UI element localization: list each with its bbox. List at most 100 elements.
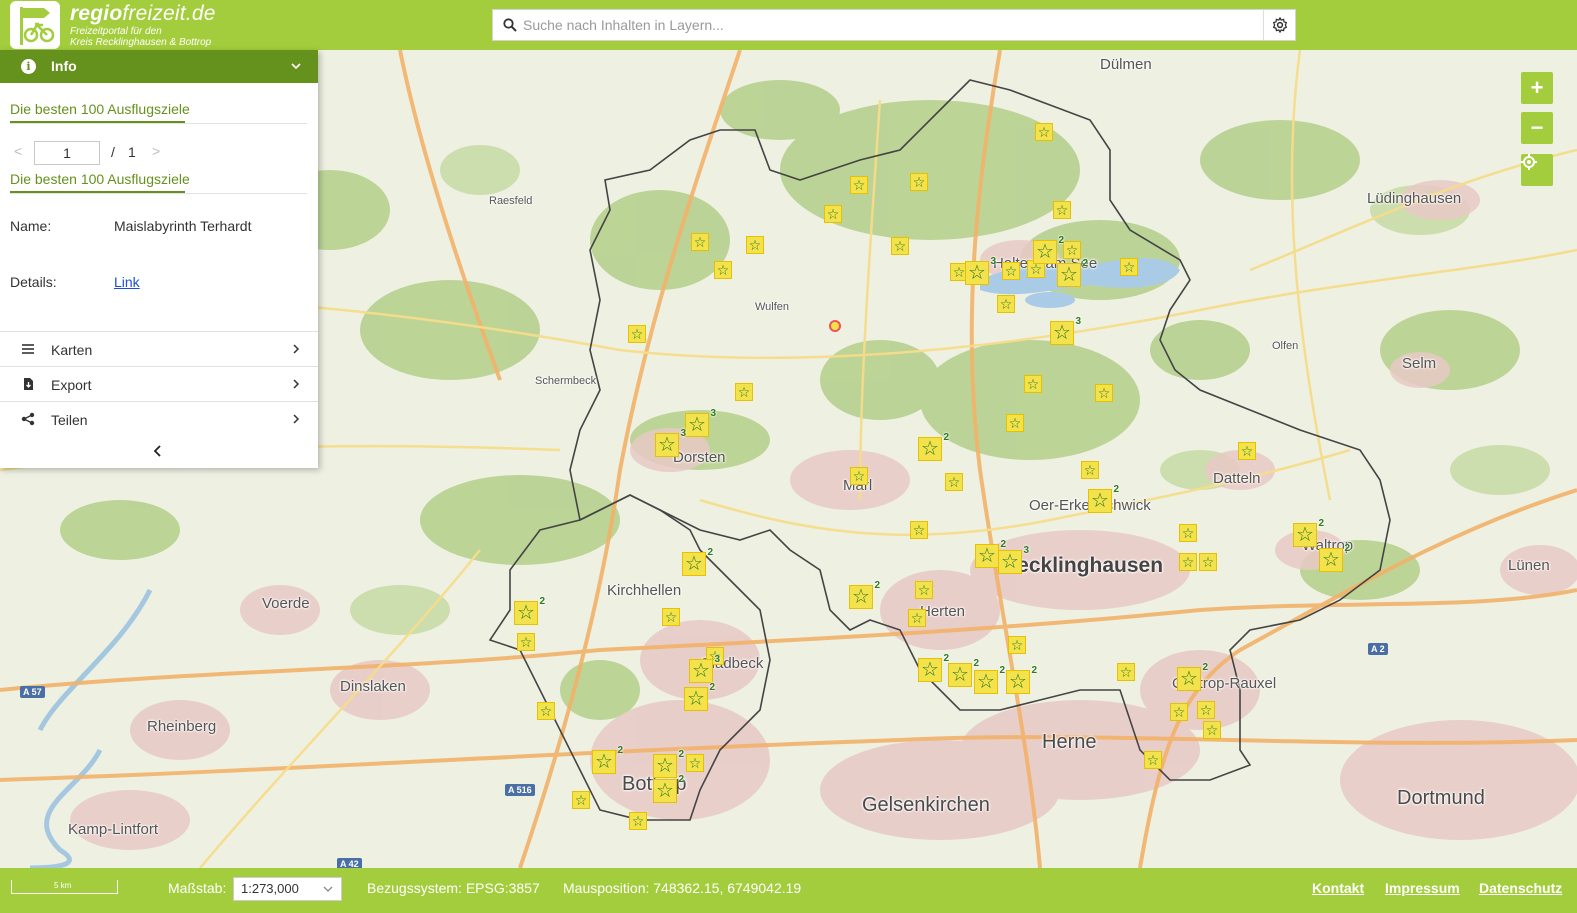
poi-star-marker[interactable]: ☆ (517, 633, 535, 651)
poi-star-marker[interactable]: ☆ (1238, 442, 1256, 460)
poi-cluster-marker[interactable]: ☆ 2 (918, 432, 949, 461)
place-label: Olfen (1272, 340, 1299, 352)
poi-star-marker[interactable]: ☆ (908, 609, 926, 627)
poi-star-marker[interactable]: ☆ (915, 581, 933, 599)
poi-star-marker[interactable]: ☆ (1179, 524, 1197, 542)
poi-cluster-marker[interactable]: ☆ 2 (684, 682, 715, 711)
pager-page-input[interactable] (34, 141, 100, 165)
poi-star-marker[interactable]: ☆ (1144, 751, 1162, 769)
poi-cluster-marker[interactable]: ☆ 2 (975, 539, 1006, 568)
poi-cluster-marker[interactable]: ☆ 2 (592, 745, 623, 774)
poi-star-marker[interactable]: ☆ (910, 521, 928, 539)
place-label: Rheinberg (147, 718, 217, 735)
collapse-panel-button[interactable] (150, 443, 166, 459)
cluster-count: 2 (999, 665, 1005, 676)
poi-star-marker[interactable]: ☆ (1063, 241, 1081, 259)
poi-cluster-marker[interactable]: ☆ 2 (1006, 665, 1037, 694)
menu-item-export[interactable]: Export (0, 366, 318, 401)
poi-star-marker[interactable]: ☆ (1095, 384, 1113, 402)
poi-star-marker[interactable]: ☆ (572, 791, 590, 809)
poi-star-marker[interactable]: ☆ (537, 702, 555, 720)
poi-star-marker[interactable]: ☆ (1081, 461, 1099, 479)
info-icon: i (21, 59, 36, 74)
poi-star-marker[interactable]: ☆ (1199, 553, 1217, 571)
search-bar (492, 9, 1296, 41)
poi-star-marker[interactable]: ☆ (714, 261, 732, 279)
poi-cluster-marker[interactable]: ☆ 2 (653, 749, 684, 778)
poi-star-marker[interactable]: ☆ (1117, 663, 1135, 681)
poi-cluster-marker[interactable]: ☆ 2 (653, 774, 684, 803)
locate-button[interactable] (1521, 154, 1553, 186)
details-link[interactable]: Link (114, 274, 140, 290)
search-settings-button[interactable] (1263, 10, 1295, 40)
poi-star-marker[interactable]: ☆ (1024, 375, 1042, 393)
poi-cluster-marker[interactable]: ☆ 3 (965, 256, 996, 285)
scale-bar: 5 km (11, 880, 118, 894)
layer-tab-label: Die besten 100 Ausflugsziele (10, 101, 190, 117)
poi-star-marker[interactable]: ☆ (1179, 553, 1197, 571)
place-label: Datteln (1213, 470, 1261, 487)
poi-cluster-marker[interactable]: ☆ 2 (1293, 518, 1324, 547)
selected-feature-marker[interactable] (829, 320, 841, 332)
logo[interactable] (10, 1, 60, 49)
poi-cluster-marker[interactable]: ☆ 2 (1177, 662, 1208, 691)
poi-cluster-marker[interactable]: ☆ 2 (918, 653, 949, 682)
poi-star-marker[interactable]: ☆ (997, 295, 1015, 313)
poi-cluster-marker[interactable]: ☆ 2 (948, 658, 979, 687)
poi-cluster-marker[interactable]: ☆ 2 (514, 596, 545, 625)
scale-select[interactable]: 1:273,000 (233, 877, 342, 901)
poi-star-marker[interactable]: ☆ (850, 467, 868, 485)
cluster-count: 2 (539, 596, 545, 607)
poi-star-marker[interactable]: ☆ (735, 383, 753, 401)
poi-cluster-marker[interactable]: ☆ 2 (1033, 235, 1064, 264)
impressum-link[interactable]: Impressum (1385, 880, 1460, 896)
poi-cluster-marker[interactable]: ☆ 2 (974, 665, 1005, 694)
poi-star-marker[interactable]: ☆ (746, 236, 764, 254)
poi-star-marker[interactable]: ☆ (1053, 201, 1071, 219)
info-panel-header[interactable]: i Info (0, 50, 318, 83)
poi-cluster-marker[interactable]: ☆ 2 (849, 580, 880, 609)
poi-cluster-marker[interactable]: ☆ 3 (998, 545, 1029, 574)
brand: regiofreizeit.de Freizeitportal für den … (70, 2, 216, 48)
poi-star-marker[interactable]: ☆ (1197, 701, 1215, 719)
poi-cluster-marker[interactable]: ☆ 2 (1088, 484, 1119, 513)
pager-prev-button[interactable]: < (14, 143, 22, 159)
poi-cluster-marker[interactable]: ☆ 3 (685, 408, 716, 437)
poi-star-marker[interactable]: ☆ (691, 233, 709, 251)
zoom-out-button[interactable]: − (1521, 112, 1553, 144)
poi-cluster-marker[interactable]: ☆ 3 (1050, 316, 1081, 345)
poi-star-marker[interactable]: ☆ (850, 176, 868, 194)
poi-star-marker[interactable]: ☆ (662, 608, 680, 626)
datenschutz-link[interactable]: Datenschutz (1479, 880, 1562, 896)
poi-star-marker[interactable]: ☆ (824, 205, 842, 223)
cluster-count: 3 (714, 654, 720, 665)
poi-star-marker[interactable]: ☆ (1002, 262, 1020, 280)
place-label: Dinslaken (340, 678, 406, 695)
poi-star-marker[interactable]: ☆ (1006, 414, 1024, 432)
menu-item-teilen[interactable]: Teilen (0, 401, 318, 436)
poi-star-marker[interactable]: ☆ (1203, 721, 1221, 739)
poi-cluster-marker[interactable]: ☆ 2 (1319, 543, 1350, 572)
poi-star-marker[interactable]: ☆ (628, 325, 646, 343)
poi-star-marker[interactable]: ☆ (1008, 636, 1026, 654)
poi-star-marker[interactable]: ☆ (945, 473, 963, 491)
poi-star-marker[interactable]: ☆ (1120, 258, 1138, 276)
poi-star-marker[interactable]: ☆ (1035, 123, 1053, 141)
bicycle-sign-icon (20, 7, 55, 45)
poi-star-marker[interactable]: ☆ (1170, 703, 1188, 721)
layer-tab[interactable]: Die besten 100 Ausflugsziele (10, 101, 307, 124)
poi-cluster-marker[interactable]: ☆ 2 (682, 547, 713, 576)
kontakt-link[interactable]: Kontakt (1312, 880, 1364, 896)
poi-star-marker[interactable]: ☆ (891, 237, 909, 255)
place-label: Lünen (1508, 557, 1550, 574)
poi-star-marker[interactable]: ☆ (910, 173, 928, 191)
search-input[interactable] (523, 14, 1253, 36)
menu-item-karten[interactable]: Karten (0, 331, 318, 366)
crosshair-icon (1521, 154, 1537, 170)
poi-star-marker[interactable]: ☆ (686, 754, 704, 772)
poi-star-marker[interactable]: ☆ (629, 812, 647, 830)
zoom-in-button[interactable]: + (1521, 72, 1553, 104)
poi-cluster-marker[interactable]: ☆ 3 (655, 428, 686, 457)
pager-next-button[interactable]: > (152, 143, 160, 159)
poi-cluster-marker[interactable]: ☆ 2 (1057, 258, 1088, 287)
